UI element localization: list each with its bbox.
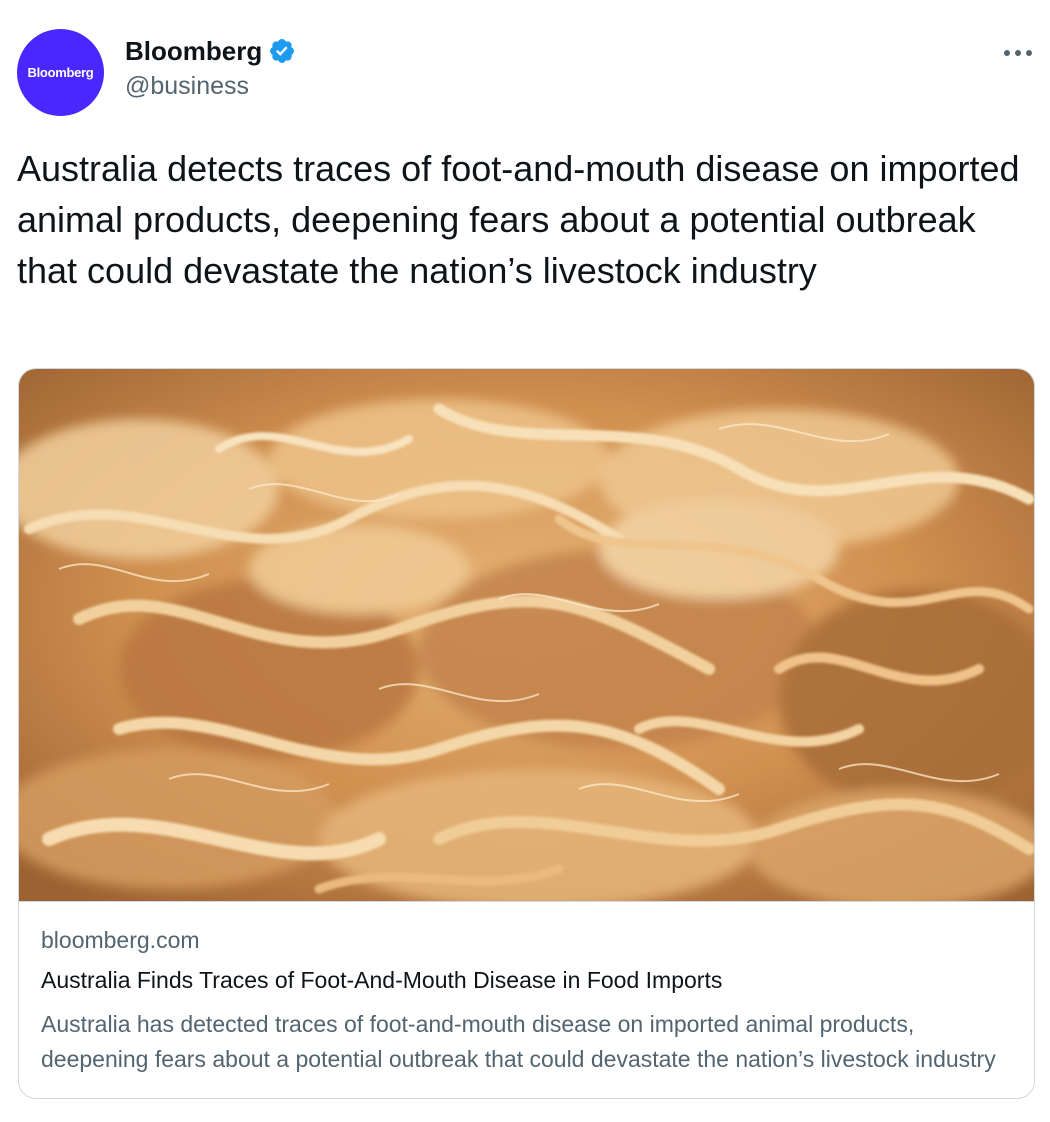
link-card[interactable]: bloomberg.com Australia Finds Traces of …: [18, 368, 1035, 1099]
card-divider: [19, 901, 1034, 902]
more-options-button[interactable]: [998, 38, 1038, 68]
author-block: Bloomberg @business: [125, 34, 296, 101]
handle[interactable]: @business: [125, 72, 296, 101]
avatar[interactable]: Bloomberg: [17, 29, 104, 116]
display-name[interactable]: Bloomberg: [125, 36, 262, 67]
card-image: [19, 369, 1034, 901]
card-domain: bloomberg.com: [41, 927, 200, 953]
tweet-text: Australia detects traces of foot-and-mou…: [17, 148, 1020, 291]
card-description: Australia has detected traces of foot-an…: [41, 1011, 996, 1072]
tweet: Bloomberg Bloomberg @business Australia …: [0, 0, 1050, 1122]
more-horizontal-icon: [1003, 44, 1033, 62]
name-row: Bloomberg: [125, 34, 296, 68]
card-title: Australia Finds Traces of Foot-And-Mouth…: [41, 967, 723, 993]
verified-badge-icon: [268, 37, 296, 65]
avatar-logo-text: Bloomberg: [27, 65, 94, 80]
